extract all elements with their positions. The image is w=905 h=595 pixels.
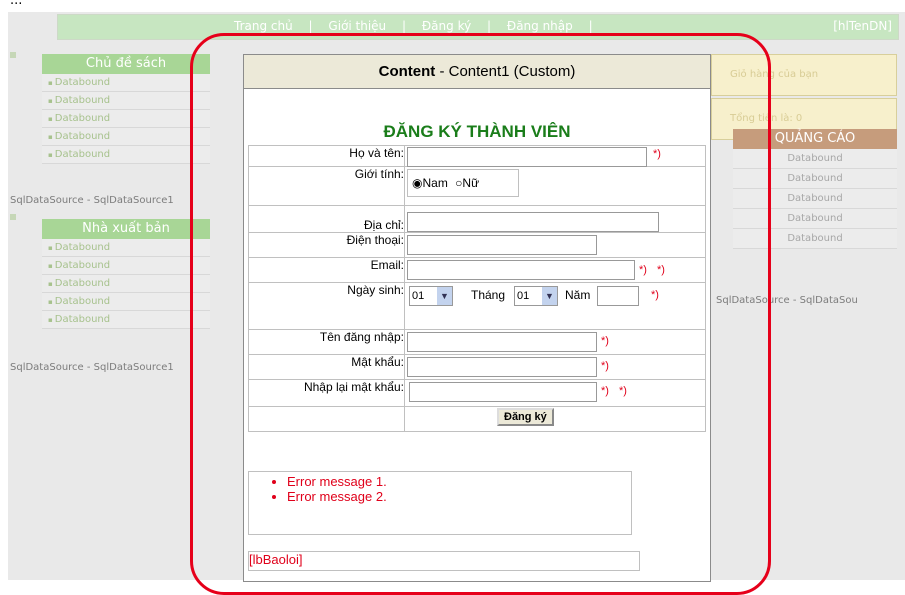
publisher-item[interactable]: Databound <box>42 257 210 275</box>
topic-header: Chủ đề sách <box>42 54 210 74</box>
sqldatasource-topics[interactable]: SqlDataSource - SqlDataSource1 <box>10 195 174 206</box>
nav-separator: | <box>487 19 492 33</box>
topic-panel: Chủ đề sách Databound Databound Databoun… <box>42 54 210 164</box>
control-glyph-icon <box>10 52 16 58</box>
nav-separator: | <box>402 19 407 33</box>
control-glyph-icon <box>10 214 16 220</box>
publisher-item[interactable]: Databound <box>42 293 210 311</box>
publisher-header: Nhà xuất bản <box>42 219 210 239</box>
topic-item[interactable]: Databound <box>42 92 210 110</box>
nav-register-link[interactable]: Đăng ký <box>422 19 471 33</box>
nav-login-link[interactable]: Đăng nhập <box>507 19 573 33</box>
sqldatasource-publishers[interactable]: SqlDataSource - SqlDataSource1 <box>10 362 174 373</box>
highlight-frame <box>190 33 771 595</box>
publisher-panel: Nhà xuất bản Databound Databound Databou… <box>42 219 210 329</box>
username-hyperlink[interactable]: [hlTenDN] <box>833 19 892 33</box>
nav-menu: Trang chủ | Giới thiệu | Đăng ký | Đăng … <box>228 19 599 33</box>
nav-about-link[interactable]: Giới thiệu <box>328 19 386 33</box>
publisher-item[interactable]: Databound <box>42 275 210 293</box>
topic-item[interactable]: Databound <box>42 110 210 128</box>
publisher-item[interactable]: Databound <box>42 311 210 329</box>
nav-home-link[interactable]: Trang chủ <box>234 19 293 33</box>
nav-separator: | <box>588 19 593 33</box>
topic-item[interactable]: Databound <box>42 128 210 146</box>
topic-item[interactable]: Databound <box>42 74 210 92</box>
clipped-top-text: ... <box>0 0 905 12</box>
publisher-item[interactable]: Databound <box>42 239 210 257</box>
nav-separator: | <box>308 19 313 33</box>
topic-item[interactable]: Databound <box>42 146 210 164</box>
